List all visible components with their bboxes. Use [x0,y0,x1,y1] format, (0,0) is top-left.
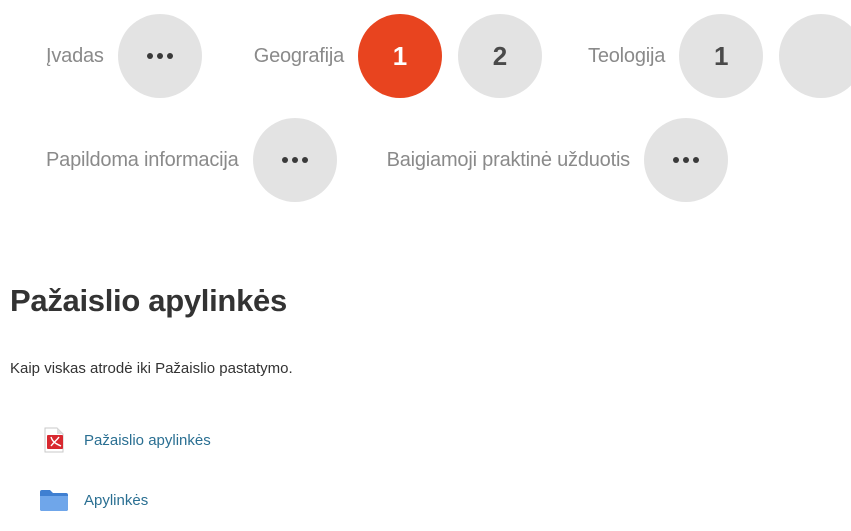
resource-link-apylinkes[interactable]: Apylinkės [84,492,148,509]
section-label-geografija[interactable]: Geografija [254,45,344,68]
more-icon [281,157,308,163]
section-label-baigiamoji-praktine-uzduotis[interactable]: Baigiamoji praktinė užduotis [387,149,631,172]
papildoma-more-button[interactable] [252,118,337,202]
section-nav-row-2: Papildoma informacija Baigiamoji praktin… [46,118,728,202]
course-page: Įvadas Geografija 1 2 Teologija 1 Papild… [0,0,851,531]
geografija-page-2-button[interactable]: 2 [458,14,543,98]
resource-link-pazaislio-apylinkes[interactable]: Pažaislio apylinkės [84,432,211,449]
more-icon [146,53,173,59]
teologija-page-1-button[interactable]: 1 [679,14,764,98]
section-label-ivadas[interactable]: Įvadas [46,45,104,68]
folder-icon [36,484,72,516]
section-title: Pažaislio apylinkės [10,283,287,318]
section-summary: Kaip viskas atrodė iki Pažaislio pastaty… [10,360,293,377]
section-label-teologija[interactable]: Teologija [588,45,665,68]
more-icon [673,157,699,163]
next-section-button-partial[interactable] [779,14,851,98]
resource-item-folder[interactable]: Apylinkės [36,484,148,516]
resource-item-pdf[interactable]: Pažaislio apylinkės [36,424,211,456]
pdf-file-icon [36,424,72,456]
baigiamoji-more-button[interactable] [644,118,728,202]
section-ivadas-more-button[interactable] [117,14,202,98]
geografija-page-1-button[interactable]: 1 [358,14,443,98]
section-label-papildoma-informacija[interactable]: Papildoma informacija [46,149,239,172]
section-nav-row-1: Įvadas Geografija 1 2 Teologija 1 [46,14,851,98]
